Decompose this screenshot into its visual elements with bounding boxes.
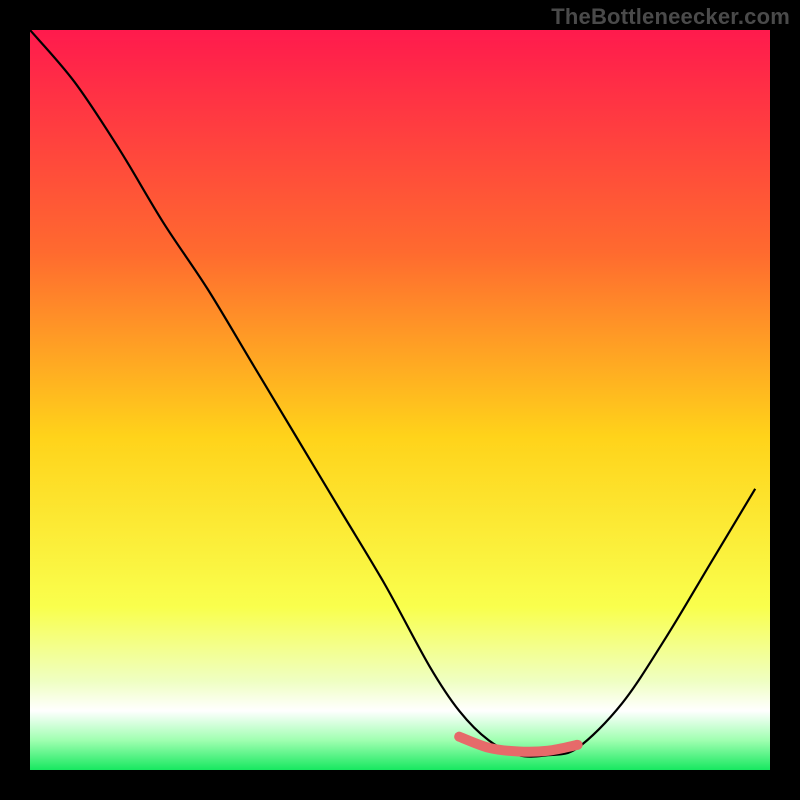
main-curve [30, 30, 755, 757]
watermark-text: TheBottleneecker.com [551, 4, 790, 30]
highlight-segment [459, 737, 577, 752]
plot-area [30, 30, 770, 770]
chart-frame: TheBottleneecker.com [0, 0, 800, 800]
chart-svg [30, 30, 770, 770]
